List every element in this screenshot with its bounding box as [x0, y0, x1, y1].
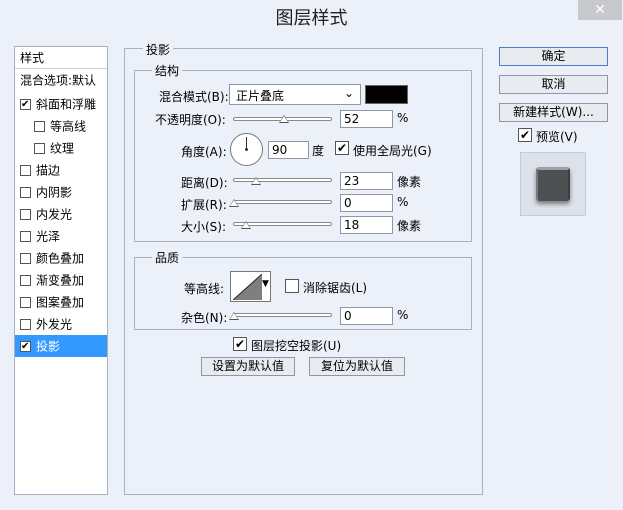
sidebar-item-label: 斜面和浮雕: [36, 97, 97, 112]
noise-input[interactable]: 0: [340, 307, 393, 325]
style-list-header: 样式: [15, 47, 107, 69]
spread-unit: %: [397, 195, 409, 209]
antialias-checkbox[interactable]: [285, 279, 299, 293]
sidebar-item-gradient-overlay[interactable]: 渐变叠加: [15, 269, 107, 291]
blend-mode-label: 混合模式(B):: [159, 90, 229, 104]
sidebar-item-inner-shadow[interactable]: 内阴影: [15, 181, 107, 203]
cancel-button[interactable]: 取消: [499, 75, 608, 94]
gradient-overlay-checkbox[interactable]: [20, 275, 31, 286]
global-light-label: 使用全局光(G): [353, 144, 432, 158]
sidebar-item-label: 光泽: [36, 229, 61, 244]
sidebar-item-label: 混合选项:默认: [20, 73, 97, 88]
distance-label: 距离(D):: [181, 176, 228, 190]
sidebar-item-blending-options[interactable]: 混合选项:默认: [15, 69, 107, 91]
sidebar-item-bevel-emboss[interactable]: 斜面和浮雕: [15, 93, 107, 115]
knockout-label: 图层挖空投影(U): [251, 339, 342, 353]
angle-dial-center: [245, 148, 248, 151]
sidebar-item-color-overlay[interactable]: 颜色叠加: [15, 247, 107, 269]
ok-button[interactable]: 确定: [499, 47, 608, 66]
sidebar-item-inner-glow[interactable]: 内发光: [15, 203, 107, 225]
sidebar-item-contour[interactable]: 等高线: [15, 115, 107, 137]
sidebar-item-label: 颜色叠加: [36, 251, 85, 266]
angle-label: 角度(A):: [181, 145, 227, 159]
spread-slider-thumb[interactable]: [229, 199, 239, 207]
close-icon: ✕: [594, 2, 606, 18]
quality-title: 品质: [152, 249, 183, 266]
noise-slider-thumb[interactable]: [229, 312, 239, 320]
size-label: 大小(S):: [181, 220, 227, 234]
spread-input[interactable]: 0: [340, 194, 393, 212]
sidebar-item-stroke[interactable]: 描边: [15, 159, 107, 181]
size-input[interactable]: 18: [340, 216, 393, 234]
outer-glow-checkbox[interactable]: [20, 319, 31, 330]
pattern-overlay-checkbox[interactable]: [20, 297, 31, 308]
noise-unit: %: [397, 308, 409, 322]
angle-dial[interactable]: [230, 133, 263, 166]
dialog-title: 图层样式: [275, 8, 348, 29]
sidebar-item-label: 投影: [36, 339, 61, 354]
sidebar-item-label: 内阴影: [36, 185, 73, 200]
size-unit: 像素: [397, 219, 422, 233]
spread-slider-track[interactable]: [233, 200, 332, 204]
preview-checkbox[interactable]: ✔: [518, 128, 532, 142]
opacity-unit: %: [397, 111, 409, 125]
sidebar-item-label: 等高线: [50, 119, 87, 134]
sidebar-item-drop-shadow[interactable]: 投影: [15, 335, 107, 357]
opacity-slider-thumb[interactable]: [279, 115, 289, 123]
bevel-emboss-checkbox[interactable]: [20, 99, 31, 110]
inner-glow-checkbox[interactable]: [20, 209, 31, 220]
preview-label: 预览(V): [536, 130, 578, 144]
knockout-checkbox[interactable]: ✔: [233, 337, 247, 351]
reset-default-button[interactable]: 复位为默认值: [309, 357, 405, 376]
sidebar-item-satin[interactable]: 光泽: [15, 225, 107, 247]
sidebar-item-label: 外发光: [36, 317, 73, 332]
sidebar-item-outer-glow[interactable]: 外发光: [15, 313, 107, 335]
chevron-down-icon: ⌄: [344, 86, 355, 100]
distance-slider-track[interactable]: [233, 178, 332, 182]
new-style-button[interactable]: 新建样式(W)...: [499, 103, 608, 122]
sidebar-item-label: 纹理: [50, 141, 75, 156]
sidebar-item-pattern-overlay[interactable]: 图案叠加: [15, 291, 107, 313]
color-overlay-checkbox[interactable]: [20, 253, 31, 264]
sidebar-item-texture[interactable]: 纹理: [15, 137, 107, 159]
contour-linear-icon: [233, 274, 262, 300]
sidebar-item-label: 描边: [36, 163, 61, 178]
drop-shadow-checkbox[interactable]: [20, 341, 31, 352]
noise-slider-track[interactable]: [233, 313, 332, 317]
sidebar-item-label: 内发光: [36, 207, 73, 222]
noise-label: 杂色(N):: [181, 311, 228, 325]
angle-input[interactable]: 90: [268, 141, 309, 159]
set-default-button[interactable]: 设置为默认值: [201, 357, 295, 376]
size-slider-thumb[interactable]: [241, 221, 251, 229]
drop-shadow-title: 投影: [143, 41, 174, 58]
opacity-input[interactable]: 52: [340, 110, 393, 128]
inner-shadow-checkbox[interactable]: [20, 187, 31, 198]
contour-label: 等高线:: [184, 282, 225, 296]
stroke-checkbox[interactable]: [20, 165, 31, 176]
contour-picker[interactable]: ▼: [230, 271, 271, 302]
blend-mode-select[interactable]: 正片叠底 ⌄: [229, 84, 361, 105]
shadow-color-swatch[interactable]: [365, 85, 408, 104]
sidebar-item-label: 图案叠加: [36, 295, 85, 310]
antialias-label: 消除锯齿(L): [303, 281, 368, 295]
opacity-label: 不透明度(O):: [155, 113, 226, 127]
angle-unit: 度: [312, 144, 325, 158]
spread-label: 扩展(R):: [181, 198, 227, 212]
structure-title: 结构: [152, 62, 183, 79]
blend-mode-value: 正片叠底: [236, 89, 285, 103]
satin-checkbox[interactable]: [20, 231, 31, 242]
distance-unit: 像素: [397, 175, 422, 189]
texture-checkbox[interactable]: [34, 143, 45, 154]
sidebar-item-label: 渐变叠加: [36, 273, 85, 288]
contour-checkbox[interactable]: [34, 121, 45, 132]
distance-slider-thumb[interactable]: [251, 177, 261, 185]
style-list: 样式 混合选项:默认 斜面和浮雕 等高线 纹理 描边 内阴影 内发光 光泽 颜色…: [14, 46, 108, 495]
close-button[interactable]: ✕: [578, 0, 622, 20]
global-light-checkbox[interactable]: ✔: [335, 141, 349, 155]
style-preview-thumbnail: [536, 167, 570, 201]
distance-input[interactable]: 23: [340, 172, 393, 190]
contour-dropdown-arrow-icon[interactable]: ▼: [262, 279, 269, 289]
